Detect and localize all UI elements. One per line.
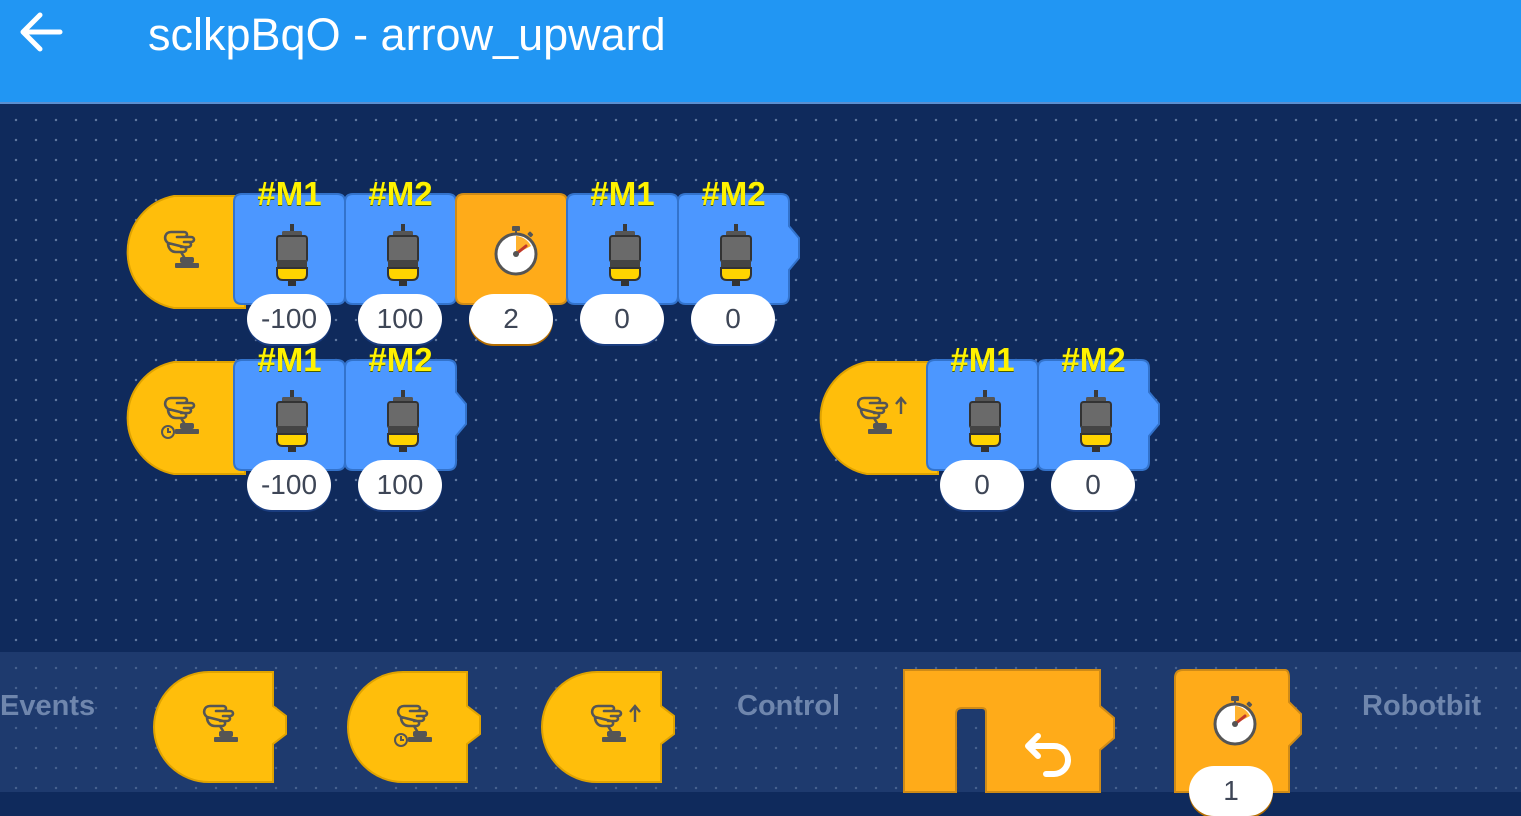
palette-wait-block[interactable]: 1 (1174, 669, 1305, 816)
palette-when-pressed-block[interactable] (153, 670, 289, 783)
wait-seconds-input[interactable]: 2 (469, 294, 553, 344)
motor-speed-input[interactable]: 0 (580, 294, 664, 344)
motor-icon (385, 224, 421, 286)
hand-press-icon (158, 224, 206, 272)
motor-port-label: #M2 (701, 175, 766, 212)
motor-speed-input[interactable]: -100 (247, 460, 331, 510)
when-pressed-block[interactable] (114, 194, 250, 309)
motor-block-m2[interactable]: #M2 100 (344, 342, 469, 510)
motor-speed-input[interactable]: 100 (358, 294, 442, 344)
page-title: sclkpBqO - arrow_upward (148, 9, 666, 60)
wait-block[interactable]: 2 (455, 193, 580, 344)
loop-icon (1025, 733, 1071, 777)
motor-block-m2[interactable]: #M2 100 (344, 176, 469, 344)
motor-block-m1[interactable]: #M1 0 (926, 342, 1051, 510)
hand-release-icon (585, 698, 633, 746)
hand-press-icon (197, 698, 245, 746)
motor-speed-input[interactable]: 100 (358, 460, 442, 510)
motor-speed-input[interactable]: 0 (940, 460, 1024, 510)
motor-icon (1078, 390, 1114, 452)
app-bar: sclkpBqO - arrow_upward (0, 0, 1521, 104)
category-robotbit-label[interactable]: Robotbit (1362, 690, 1481, 723)
hand-release-icon (851, 390, 899, 438)
motor-block-m2[interactable]: #M2 0 (1037, 342, 1162, 510)
code-workspace[interactable]: #M1 -100 #M2 100 2 #M1 0 #M2 0 #M1 -100 … (0, 104, 1521, 652)
palette-when-released-block[interactable] (541, 670, 677, 783)
category-control-label[interactable]: Control (737, 690, 840, 723)
motor-speed-input[interactable]: 0 (1051, 460, 1135, 510)
category-events-label[interactable]: Events (0, 690, 95, 723)
motor-speed-input[interactable]: 0 (691, 294, 775, 344)
motor-port-label: #M1 (950, 341, 1015, 378)
motor-speed-input[interactable]: -100 (247, 294, 331, 344)
motor-icon (274, 390, 310, 452)
motor-port-label: #M2 (368, 175, 433, 212)
motor-port-label: #M1 (590, 175, 655, 212)
arrow-left-icon (18, 12, 64, 57)
motor-block-m2[interactable]: #M2 0 (677, 176, 802, 344)
motor-port-label: #M2 (1061, 341, 1126, 378)
back-button[interactable] (14, 10, 68, 58)
motor-block-m1[interactable]: #M1 -100 (233, 176, 358, 344)
up-arrow-icon (895, 396, 907, 414)
motor-icon (718, 224, 754, 286)
motor-port-label: #M1 (257, 175, 322, 212)
stopwatch-icon (490, 224, 542, 276)
when-long-pressed-block[interactable] (114, 360, 250, 475)
motor-port-label: #M2 (368, 341, 433, 378)
wait-seconds-input[interactable]: 1 (1189, 766, 1273, 816)
clock-icon (394, 733, 408, 747)
motor-port-label: #M1 (257, 341, 322, 378)
up-arrow-icon (629, 704, 641, 722)
motor-icon (385, 390, 421, 452)
when-released-block[interactable] (807, 360, 943, 475)
motor-block-m1[interactable]: #M1 -100 (233, 342, 358, 510)
clock-icon (161, 425, 175, 439)
stopwatch-icon (1209, 694, 1261, 746)
palette-repeat-forever-block[interactable] (903, 669, 1118, 793)
motor-icon (274, 224, 310, 286)
palette-when-long-pressed-block[interactable] (347, 670, 483, 783)
motor-icon (607, 224, 643, 286)
block-palette[interactable]: Events Control 1 Robotbit (0, 652, 1521, 816)
motor-icon (967, 390, 1003, 452)
motor-block-m1[interactable]: #M1 0 (566, 176, 691, 344)
